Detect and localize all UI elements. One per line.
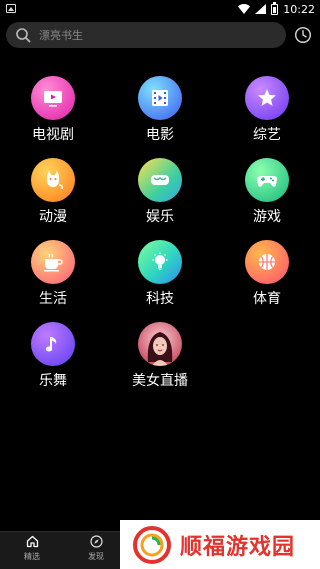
nav-label: 精选 xyxy=(24,552,40,561)
signal-icon xyxy=(255,4,267,14)
category-label: 生活 xyxy=(39,291,67,307)
search-icon xyxy=(16,28,31,43)
nav-item-featured[interactable]: 精选 xyxy=(8,535,56,567)
basketball-icon xyxy=(245,240,289,284)
image-notification-icon xyxy=(6,4,16,13)
search-input[interactable] xyxy=(37,27,286,43)
gamepad-icon xyxy=(245,158,289,202)
battery-icon xyxy=(271,1,279,15)
category-label: 游戏 xyxy=(253,209,281,225)
nav-item-discover[interactable]: 发现 xyxy=(72,535,120,567)
category-life[interactable]: 生活 xyxy=(8,240,98,312)
status-time: 10:22 xyxy=(283,2,315,16)
status-bar: 10:22 xyxy=(0,0,320,18)
wifi-icon xyxy=(238,4,251,14)
star-icon xyxy=(245,76,289,120)
tv-icon xyxy=(31,76,75,120)
category-technology[interactable]: 科技 xyxy=(115,240,205,312)
category-label: 电影 xyxy=(146,127,174,143)
category-game[interactable]: 游戏 xyxy=(222,158,312,230)
cat-icon xyxy=(31,158,75,202)
category-label: 美女直播 xyxy=(132,373,188,389)
category-label: 综艺 xyxy=(253,127,281,143)
status-right: 10:22 xyxy=(238,1,315,16)
category-live-stream[interactable]: 美女直播 xyxy=(115,322,205,394)
film-icon xyxy=(138,76,182,120)
category-movie[interactable]: 电影 xyxy=(115,76,205,148)
category-anime[interactable]: 动漫 xyxy=(8,158,98,230)
history-icon[interactable] xyxy=(294,26,312,44)
woman-avatar-icon xyxy=(138,322,182,366)
category-music-dance[interactable]: 乐舞 xyxy=(8,322,98,394)
compass-icon xyxy=(89,535,103,548)
search-bar[interactable] xyxy=(6,22,286,48)
category-label: 娱乐 xyxy=(146,209,174,225)
category-tv-series[interactable]: 电视剧 xyxy=(8,76,98,148)
category-label: 体育 xyxy=(253,291,281,307)
lightbulb-icon xyxy=(138,240,182,284)
home-icon xyxy=(26,535,38,548)
category-entertainment[interactable]: 娱乐 xyxy=(115,158,205,230)
category-label: 科技 xyxy=(146,291,174,307)
music-note-icon xyxy=(31,322,75,366)
watermark-text: 顺福游戏园 xyxy=(180,534,296,560)
watermark: 顺福游戏园 xyxy=(120,520,320,569)
coffee-cup-icon xyxy=(31,240,75,284)
category-label: 乐舞 xyxy=(39,373,67,389)
vr-glasses-icon xyxy=(138,158,182,202)
category-sports[interactable]: 体育 xyxy=(222,240,312,312)
category-variety[interactable]: 综艺 xyxy=(222,76,312,148)
nav-label: 发现 xyxy=(88,552,104,561)
category-label: 动漫 xyxy=(39,209,67,225)
category-label: 电视剧 xyxy=(32,127,74,143)
watermark-logo-icon xyxy=(133,525,171,564)
